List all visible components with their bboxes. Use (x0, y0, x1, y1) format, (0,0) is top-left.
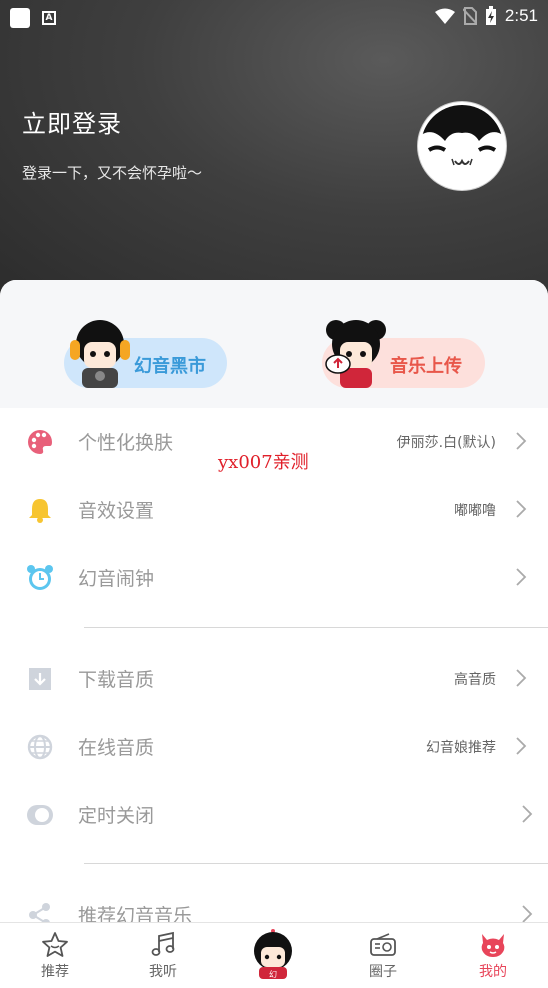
promo-section: 幻音黑市 音乐上传 (0, 280, 548, 408)
app-notification-icon: A (42, 11, 56, 25)
setting-label: 在线音质 (78, 737, 155, 759)
setting-row-download-quality[interactable]: 下载音质 高音质 (0, 645, 548, 713)
tab-label: 圈子 (369, 964, 397, 980)
setting-label: 定时关闭 (78, 805, 155, 827)
setting-label: 下载音质 (78, 669, 155, 691)
palette-icon (28, 430, 52, 454)
setting-label: 个性化换肤 (78, 432, 174, 454)
chevron-right-icon (516, 500, 527, 518)
tab-recommend[interactable]: 推荐 (0, 923, 110, 988)
setting-value: 伊丽莎.白(默认) (396, 435, 496, 451)
no-sim-icon (462, 7, 477, 25)
setting-row-online-quality[interactable]: 在线音质 幻音娘推荐 (0, 713, 548, 781)
black-market-button[interactable]: 幻音黑市 (64, 320, 227, 388)
tab-mascot[interactable]: 幻 (218, 923, 328, 988)
battery-charging-icon (485, 6, 496, 25)
login-subtitle: 登录一下，又不会怀孕啦～ (22, 164, 203, 182)
bell-icon (29, 499, 51, 523)
devil-face-icon (481, 934, 505, 957)
tab-listen[interactable]: 我听 (108, 923, 218, 988)
setting-label: 幻音闹钟 (78, 568, 155, 590)
avatar-face-icon (421, 105, 503, 166)
chevron-right-icon (516, 568, 527, 586)
music-note-icon (151, 931, 175, 956)
toggle-icon (27, 805, 53, 825)
mascot-icon: 幻 (254, 929, 292, 979)
chevron-right-icon (516, 737, 527, 755)
section-divider (84, 863, 548, 864)
tab-label: 推荐 (41, 964, 69, 980)
music-upload-label: 音乐上传 (390, 356, 462, 377)
globe-icon (27, 734, 53, 760)
setting-value: 高音质 (454, 672, 496, 688)
setting-row-sleep-timer[interactable]: 定时关闭 (0, 781, 548, 849)
profile-header: A 2:51 立即登录 登录一下，又不会怀孕啦～ (0, 0, 548, 300)
setting-row-sound-effect[interactable]: 音效设置 嘟嘟噜 (0, 476, 548, 544)
setting-value: 嘟嘟噜 (454, 503, 496, 519)
setting-value: 幻音娘推荐 (426, 740, 496, 756)
mascot-cloud-icon (325, 320, 386, 388)
black-market-label: 幻音黑市 (134, 356, 206, 377)
chevron-right-icon (522, 805, 533, 823)
section-divider (84, 627, 548, 628)
star-icon (42, 932, 68, 957)
chevron-right-icon (516, 669, 527, 687)
tab-mine[interactable]: 我的 (438, 923, 548, 988)
settings-card: 幻音黑市 音乐上传 个性化换肤 伊丽莎.白(默认) yx007亲测 音效设置 嘟… (0, 280, 548, 987)
login-title[interactable]: 立即登录 (22, 104, 122, 139)
clock-time: 2:51 (504, 6, 538, 25)
tab-circle[interactable]: 圈子 (328, 923, 438, 988)
chevron-right-icon (516, 432, 527, 450)
bottom-tab-bar: 推荐 我听 幻 圈子 我的 (0, 922, 548, 987)
watermark-text: yx007亲测 (218, 452, 309, 473)
download-icon (29, 668, 51, 690)
mascot-headphones-icon (70, 320, 130, 388)
tab-label: 我听 (149, 964, 177, 980)
radio-icon (370, 933, 396, 956)
setting-label: 音效设置 (78, 500, 155, 522)
wifi-icon (434, 8, 455, 24)
music-upload-button[interactable]: 音乐上传 (322, 320, 485, 388)
status-bar: A 2:51 (0, 0, 548, 36)
avatar[interactable] (418, 102, 506, 190)
setting-row-alarm[interactable]: 幻音闹钟 (0, 544, 548, 612)
tab-label: 我的 (479, 964, 507, 980)
svg-text:幻: 幻 (269, 969, 277, 979)
alarm-clock-icon (27, 565, 53, 590)
notification-icon (10, 8, 30, 28)
